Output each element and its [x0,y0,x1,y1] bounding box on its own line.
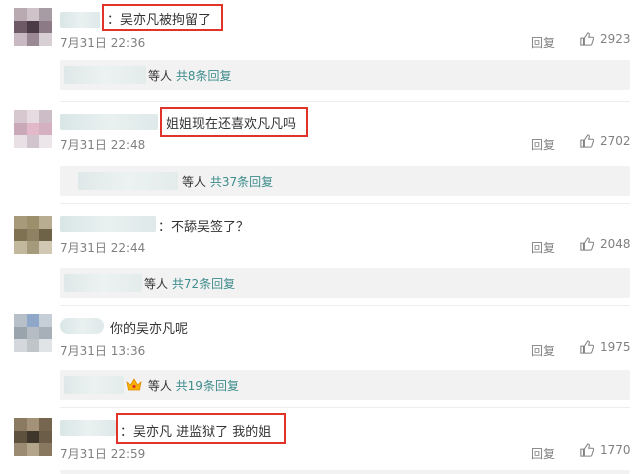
like-button[interactable]: 1975 [580,340,631,354]
comment-item: 你的吴亦凡呢 7月31日 13:36 回复 1975 等人 共19条回复 [0,306,640,408]
reply-summary[interactable]: 等人 共37条回复 [60,166,630,196]
username-blurred[interactable] [60,114,158,130]
avatar[interactable] [14,418,52,456]
reply-summary-text: 等人 共19条回复 [126,377,239,394]
comment-item: ：不舔吴签了？ 7月31日 22:44 回复 2048 等人 共72条回复 [0,204,640,306]
replier-names-blurred [64,66,146,84]
comment-item: ：吴亦凡被拘留了 7月31日 22:36 回复 2923 等人 共8条回复 [0,0,640,102]
like-count: 2923 [600,32,631,46]
thumbs-up-icon [580,340,594,354]
like-button[interactable]: 2923 [580,32,631,46]
comment-time: 7月31日 13:36 [60,344,146,358]
comment-text: ：不舔吴签了？ [158,220,250,235]
username-blurred[interactable] [60,216,156,232]
replier-names-blurred [64,376,124,394]
reply-summary[interactable]: 等人 共19条回复 [60,370,630,400]
comment-text: ：吴亦凡 进监狱了 我的姐 [120,425,272,440]
comment-item: ：吴亦凡 进监狱了 我的姐 7月31日 22:59 回复 1770 [0,408,640,474]
comment-text: 你的吴亦凡呢 [110,322,189,337]
reply-people: 等人 [182,175,207,189]
reply-summary[interactable]: 等人 共72条回复 [60,268,630,298]
reply-people: 等人 [144,277,169,291]
reply-summary-partial[interactable] [60,470,630,474]
thumbs-up-icon [580,443,594,457]
comment-time: 7月31日 22:48 [60,138,146,152]
reply-summary-text: 等人 共37条回复 [182,173,273,190]
reply-count-link[interactable]: 共37条回复 [210,175,273,189]
like-button[interactable]: 1770 [580,443,631,457]
avatar[interactable] [14,110,52,148]
reply-summary-text: 等人 共8条回复 [148,67,231,84]
like-count: 2048 [600,237,631,251]
username-blurred[interactable] [60,420,116,436]
replier-names-blurred [78,172,178,190]
reply-button[interactable]: 回复 [531,136,555,153]
reply-summary[interactable]: 等人 共8条回复 [60,60,630,90]
reply-button[interactable]: 回复 [531,342,555,359]
reply-button[interactable]: 回复 [531,445,555,462]
thumbs-up-icon [580,237,594,251]
reply-count-link[interactable]: 共8条回复 [176,69,232,83]
thumbs-up-icon [580,134,594,148]
comment-time: 7月31日 22:59 [60,447,146,461]
username-blurred[interactable] [60,318,104,334]
replier-names-blurred [64,274,142,292]
avatar[interactable] [14,314,52,352]
crown-badge-icon [126,378,142,391]
comment-text: 姐姐现在还喜欢凡凡吗 [166,117,297,132]
like-count: 2702 [600,134,631,148]
thumbs-up-icon [580,32,594,46]
comment-item: 姐姐现在还喜欢凡凡吗 7月31日 22:48 回复 2702 等人 共37条回复 [0,102,640,204]
comment-time: 7月31日 22:44 [60,241,146,255]
like-button[interactable]: 2048 [580,237,631,251]
like-button[interactable]: 2702 [580,134,631,148]
reply-button[interactable]: 回复 [531,34,555,51]
comment-time: 7月31日 22:36 [60,36,146,50]
username-blurred[interactable] [60,12,100,28]
reply-count-link[interactable]: 共72条回复 [172,277,235,291]
reply-count-link[interactable]: 共19条回复 [176,379,239,393]
reply-summary-text: 等人 共72条回复 [144,275,235,292]
reply-people: 等人 [148,69,173,83]
reply-people: 等人 [147,379,172,393]
comment-text: ：吴亦凡被拘留了 [107,13,212,28]
avatar[interactable] [14,8,52,46]
avatar[interactable] [14,216,52,254]
reply-button[interactable]: 回复 [531,239,555,256]
like-count: 1975 [600,340,631,354]
like-count: 1770 [600,443,631,457]
